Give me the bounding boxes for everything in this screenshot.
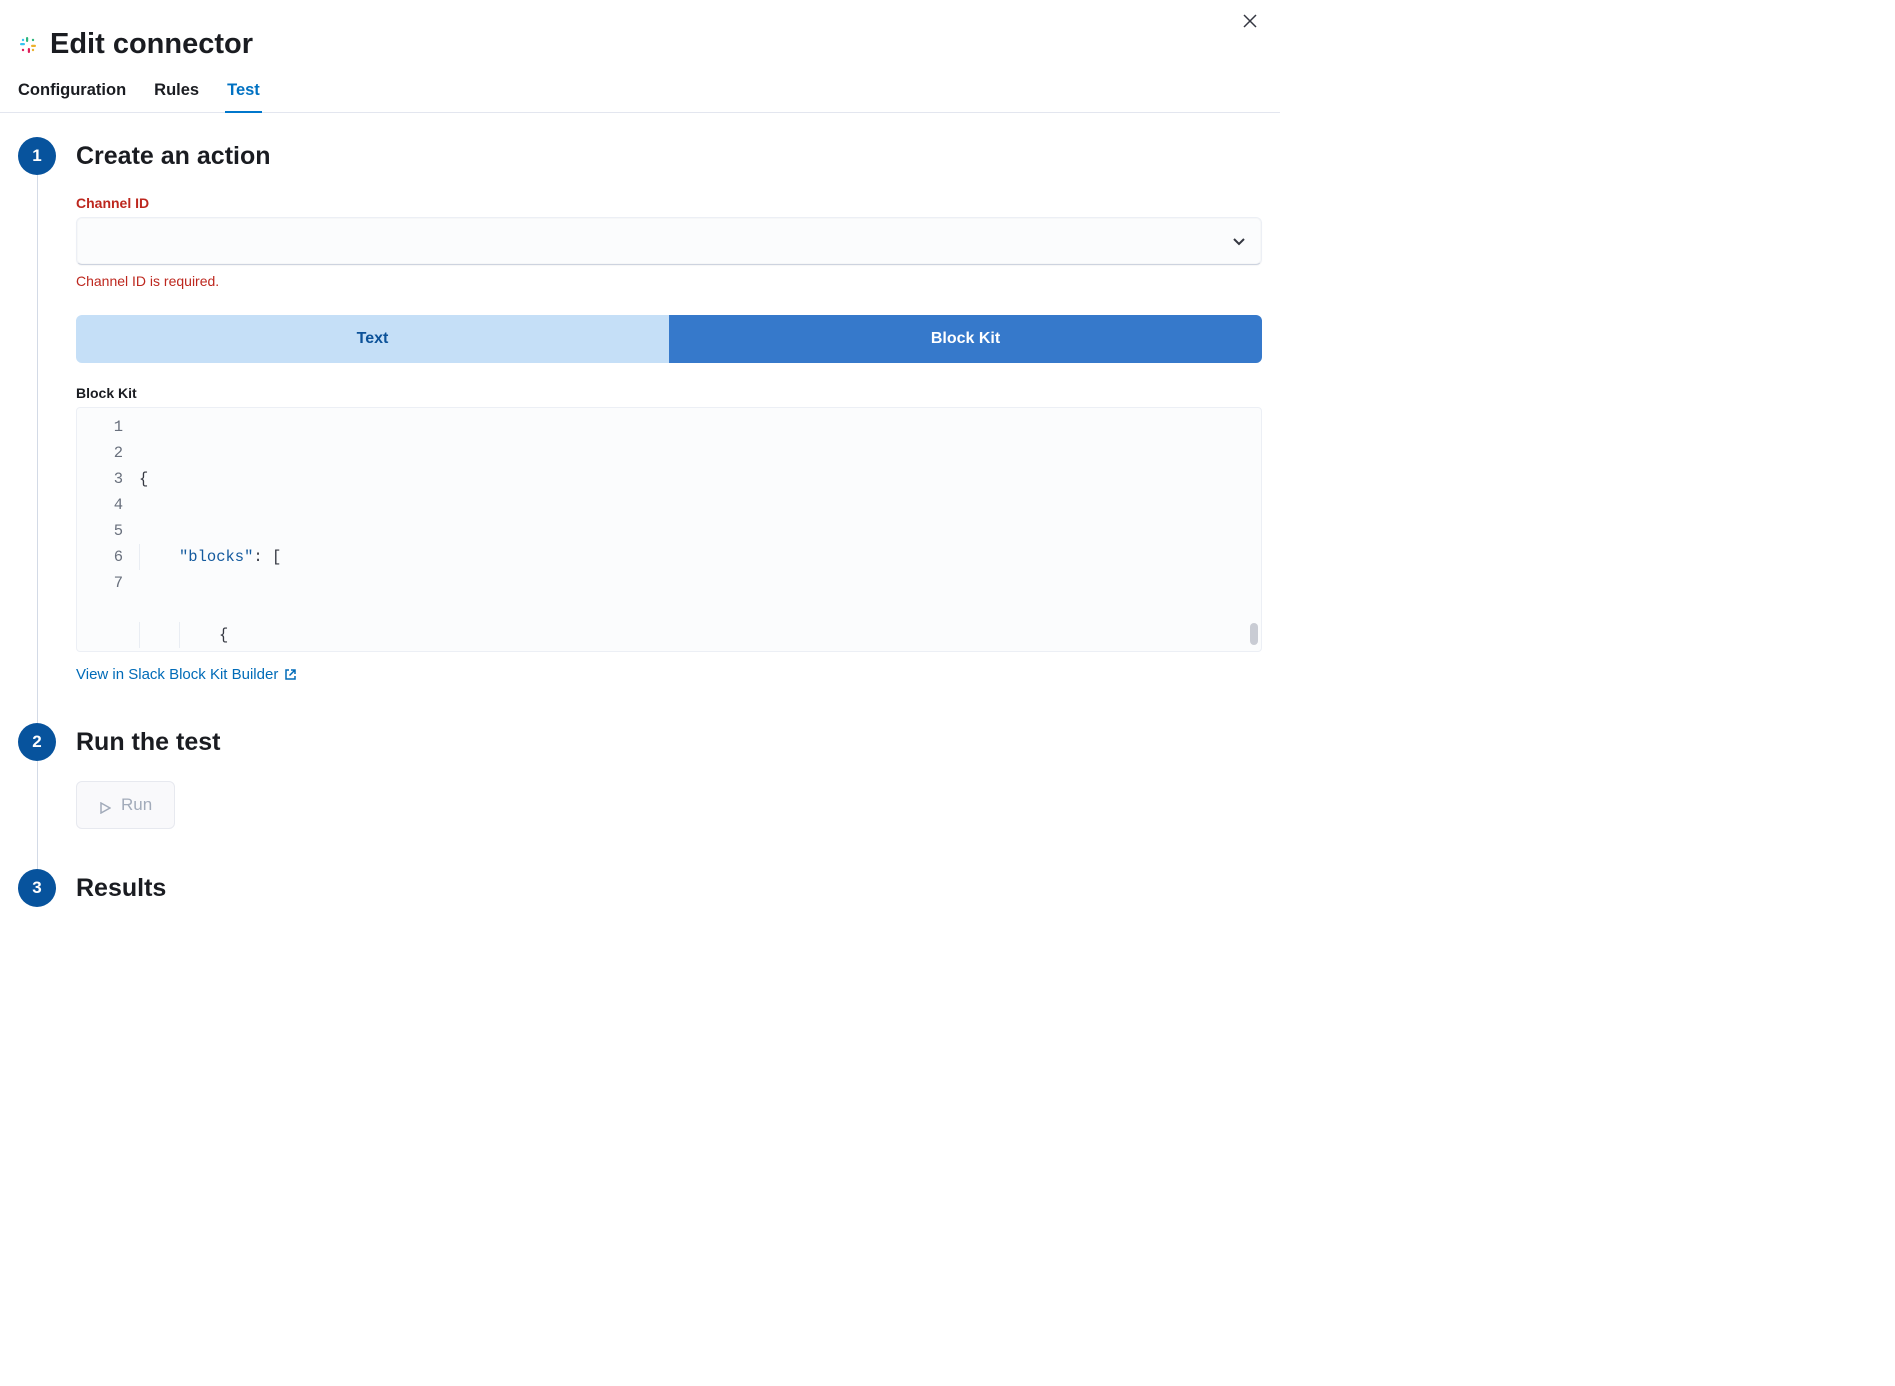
tab-test[interactable]: Test <box>227 77 260 112</box>
tab-rules[interactable]: Rules <box>154 77 199 112</box>
tab-bar: Configuration Rules Test <box>0 77 1280 113</box>
tab-configuration[interactable]: Configuration <box>18 77 126 112</box>
step-title-2: Run the test <box>76 723 1262 761</box>
channel-id-label: Channel ID <box>76 195 1262 211</box>
channel-id-error: Channel ID is required. <box>76 273 1262 289</box>
blockkit-label: Block Kit <box>76 385 1262 401</box>
step-create-action: 1 Create an action Channel ID Channel ID… <box>18 137 1262 723</box>
step-number-2: 2 <box>18 723 56 761</box>
modal-header: Edit connector <box>0 16 1280 77</box>
channel-id-select[interactable] <box>76 217 1262 265</box>
code-scrollbar[interactable] <box>1250 414 1258 645</box>
blockkit-code-editor[interactable]: 1 2 3 4 5 6 7 { "blocks": [ { "typ <box>76 407 1262 652</box>
close-icon <box>1243 14 1257 31</box>
run-button-label: Run <box>121 795 152 815</box>
code-content: { "blocks": [ { "type": "section", "text… <box>139 408 1261 651</box>
step-number-1: 1 <box>18 137 56 175</box>
play-icon <box>99 799 111 811</box>
blockkit-builder-link[interactable]: View in Slack Block Kit Builder <box>76 666 297 683</box>
close-button[interactable] <box>1238 10 1262 34</box>
step-results: 3 Results <box>18 869 1262 907</box>
step-number-3: 3 <box>18 869 56 907</box>
step-title-3: Results <box>76 869 1262 907</box>
step-title-1: Create an action <box>76 137 1262 175</box>
page-title: Edit connector <box>50 28 253 61</box>
run-button[interactable]: Run <box>76 781 175 829</box>
toggle-text-button[interactable]: Text <box>76 315 669 363</box>
link-label: View in Slack Block Kit Builder <box>76 666 278 683</box>
chevron-down-icon <box>1231 233 1247 249</box>
toggle-blockkit-button[interactable]: Block Kit <box>669 315 1262 363</box>
edit-connector-modal: Edit connector Configuration Rules Test … <box>0 0 1280 947</box>
slack-icon <box>18 35 38 55</box>
external-link-icon <box>284 668 297 681</box>
message-type-toggle: Text Block Kit <box>76 315 1262 363</box>
step-run-test: 2 Run the test Run <box>18 723 1262 869</box>
code-gutter: 1 2 3 4 5 6 7 <box>77 408 139 651</box>
